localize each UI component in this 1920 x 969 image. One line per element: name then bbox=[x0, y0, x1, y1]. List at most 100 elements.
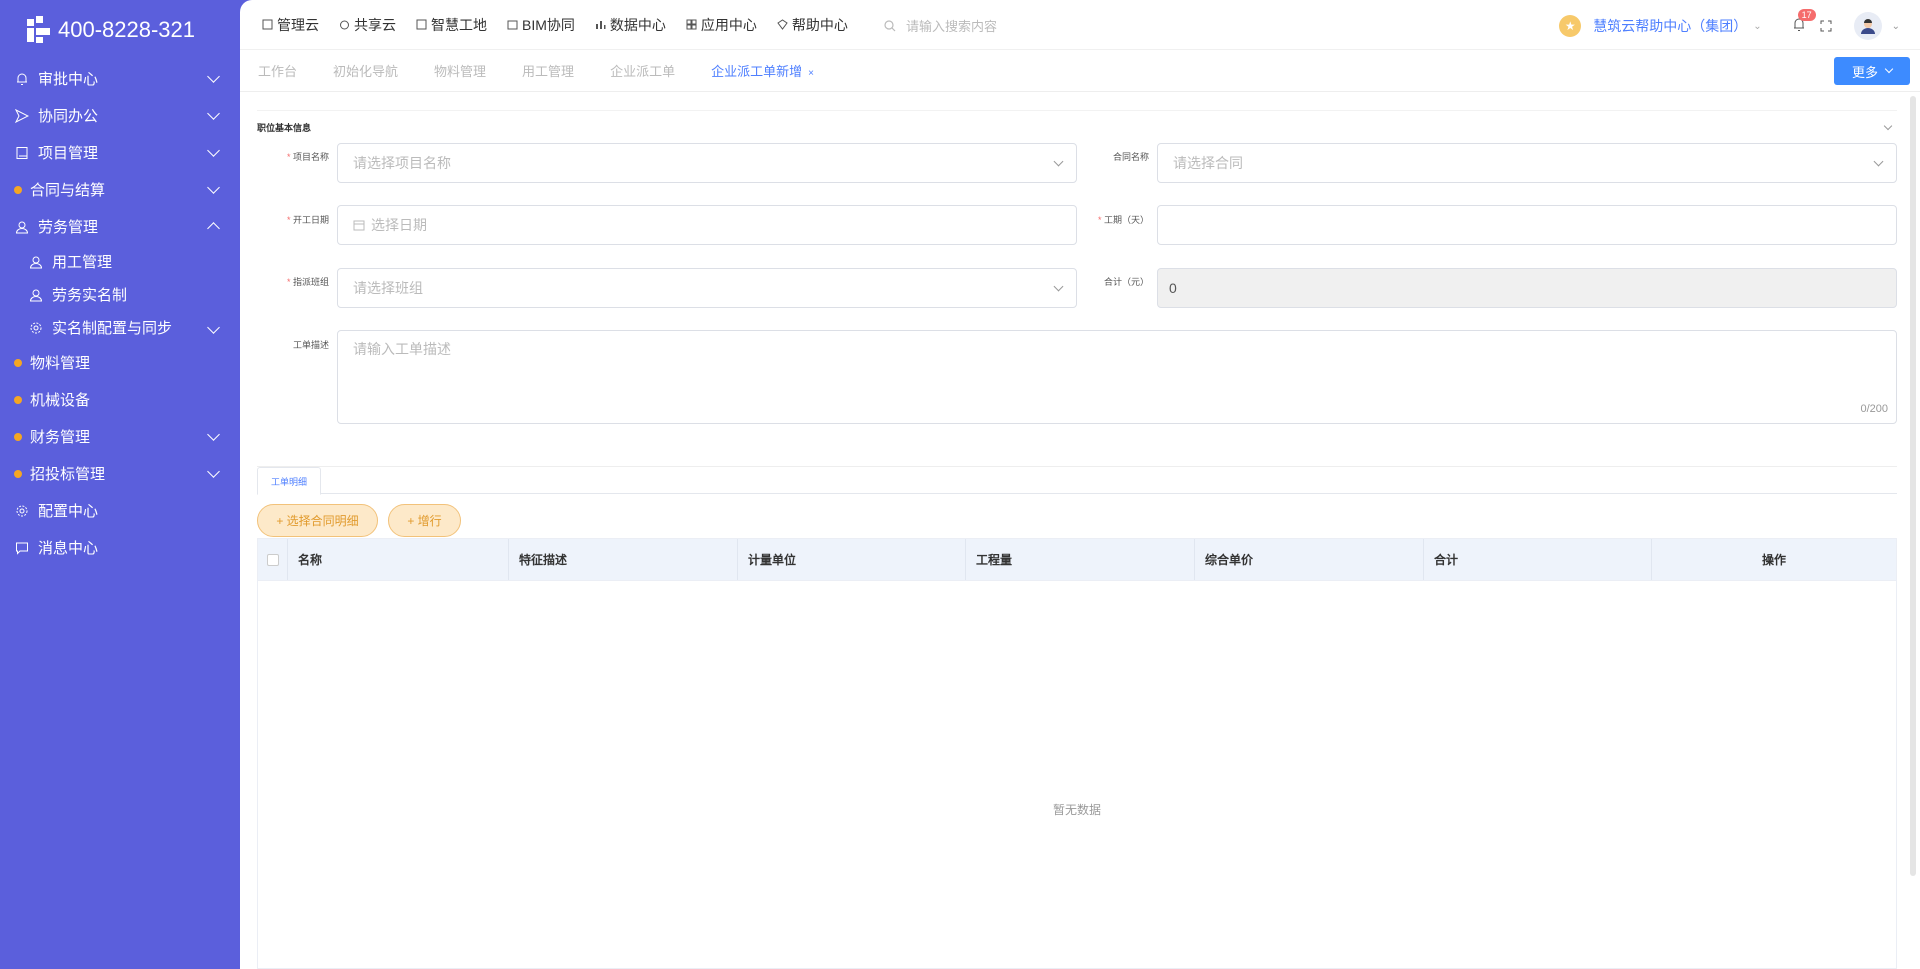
sidebar-item[interactable]: 机械设备 bbox=[0, 381, 240, 418]
sidebar-item-label: 项目管理 bbox=[38, 145, 99, 162]
sidebar-item[interactable]: 劳务实名制 bbox=[0, 278, 240, 311]
section-title-text: 职位基本信息 bbox=[257, 123, 312, 133]
tab-workbench[interactable]: 工作台 bbox=[258, 61, 297, 80]
total-value: 0 bbox=[1169, 280, 1177, 296]
scrollbar[interactable] bbox=[1910, 96, 1916, 876]
user-icon bbox=[28, 287, 44, 303]
tab-work-order-detail[interactable]: 工单明细 bbox=[257, 467, 321, 495]
total-label: 合计（元） bbox=[1103, 277, 1149, 287]
sidebar-item[interactable]: 用工管理 bbox=[0, 245, 240, 278]
chevron-up-icon bbox=[207, 222, 220, 235]
topnav-link[interactable]: 数据中心 bbox=[595, 15, 666, 35]
dot-icon bbox=[14, 432, 22, 441]
project-placeholder: 请选择项目名称 bbox=[353, 155, 451, 171]
sidebar-item-label: 消息中心 bbox=[38, 540, 99, 557]
site-icon bbox=[416, 19, 427, 30]
sidebar-item-label: 实名制配置与同步 bbox=[52, 320, 173, 337]
chevron-down-icon bbox=[207, 465, 220, 478]
add-row-button[interactable]: + 增行 bbox=[388, 504, 461, 537]
sidebar-item-label: 财务管理 bbox=[30, 429, 91, 446]
start-date-label: * 开工日期 bbox=[286, 215, 329, 225]
topnav-link[interactable]: 智慧工地 bbox=[416, 15, 487, 35]
tab-dispatch[interactable]: 企业派工单 bbox=[610, 61, 675, 80]
sidebar-item-label: 机械设备 bbox=[30, 392, 91, 409]
chevron-down-icon[interactable]: ⌄ bbox=[1892, 21, 1900, 32]
tab-dispatch-new[interactable]: 企业派工单新增 × bbox=[711, 61, 814, 80]
detail-tabs: 工单明细 bbox=[257, 466, 1897, 495]
sidebar-item[interactable]: 合同与结算 bbox=[0, 171, 240, 208]
topnav-link[interactable]: 管理云 bbox=[262, 15, 319, 35]
topnav-link[interactable]: 应用中心 bbox=[686, 15, 757, 35]
sidebar-item[interactable]: 财务管理 bbox=[0, 418, 240, 455]
global-search[interactable]: 请输入搜索内容 bbox=[884, 16, 997, 35]
tab-init-nav[interactable]: 初始化导航 bbox=[333, 61, 398, 80]
tab-label: 企业派工单新增 bbox=[711, 64, 803, 79]
desc-placeholder: 请输入工单描述 bbox=[353, 341, 451, 357]
sidebar-item-label: 协同办公 bbox=[38, 108, 99, 125]
avatar[interactable] bbox=[1853, 12, 1882, 40]
sidebar-item[interactable]: 劳务管理 bbox=[0, 208, 240, 245]
col-name: 名称 bbox=[288, 539, 509, 580]
project-select[interactable]: 请选择项目名称 bbox=[337, 143, 1077, 183]
book-icon bbox=[14, 145, 30, 161]
sidebar-item[interactable]: 配置中心 bbox=[0, 492, 240, 529]
notification-badge: 17 bbox=[1797, 9, 1816, 21]
desc-counter: 0/200 bbox=[1860, 403, 1888, 415]
start-date-picker[interactable]: 选择日期 bbox=[337, 205, 1077, 245]
dot-icon bbox=[14, 358, 22, 367]
sidebar-item-label: 物料管理 bbox=[30, 355, 91, 372]
topnav-link[interactable]: 帮助中心 bbox=[777, 15, 848, 35]
team-select[interactable]: 请选择班组 bbox=[337, 268, 1077, 308]
chevron-down-icon bbox=[1053, 156, 1064, 167]
tab-material[interactable]: 物料管理 bbox=[434, 61, 486, 80]
topnav-link[interactable]: BIM协同 bbox=[507, 15, 575, 35]
close-icon[interactable]: × bbox=[808, 68, 814, 79]
sidebar-item[interactable]: 协同办公 bbox=[0, 97, 240, 134]
calendar-icon bbox=[353, 220, 365, 231]
topnav-label: 智慧工地 bbox=[431, 16, 487, 33]
topnav-label: 共享云 bbox=[354, 16, 396, 33]
user-icon bbox=[28, 254, 44, 270]
send-icon bbox=[14, 108, 30, 124]
topnav-label: BIM协同 bbox=[522, 16, 575, 33]
help-center-link[interactable]: ★ 慧筑云帮助中心（集团） ⌄ bbox=[1559, 15, 1762, 37]
desc-label: 工单描述 bbox=[292, 340, 329, 350]
sidebar-item-label: 劳务实名制 bbox=[52, 287, 128, 304]
select-all-checkbox[interactable] bbox=[258, 539, 288, 580]
sidebar-item-label: 配置中心 bbox=[38, 503, 99, 520]
top-navigation: 管理云 共享云 智慧工地 BIM协同 数据中心 应用中心 帮助中心 请输入搜索内… bbox=[240, 0, 1920, 50]
tab-labor[interactable]: 用工管理 bbox=[522, 61, 574, 80]
more-button[interactable]: 更多 bbox=[1834, 57, 1910, 85]
header-tools: ★ 慧筑云帮助中心（集团） ⌄ 17 ⌄ bbox=[1559, 9, 1900, 40]
sidebar-item[interactable]: 审批中心 bbox=[0, 60, 240, 97]
topnav-link[interactable]: 共享云 bbox=[339, 15, 396, 35]
form-content: 职位基本信息 * 项目名称 请选择项目名称 合同名称 请选择合同 * 开工日期 … bbox=[257, 110, 1897, 969]
sidebar-item[interactable]: 物料管理 bbox=[0, 344, 240, 381]
contract-select[interactable]: 请选择合同 bbox=[1157, 143, 1897, 183]
duration-input[interactable] bbox=[1157, 205, 1897, 245]
sidebar-item-label: 审批中心 bbox=[38, 71, 99, 88]
sidebar-item[interactable]: 项目管理 bbox=[0, 134, 240, 171]
bim-icon bbox=[507, 20, 518, 30]
cloud-icon bbox=[340, 20, 349, 30]
brand-logo[interactable]: 400-8228-321 bbox=[0, 0, 240, 60]
contract-placeholder: 请选择合同 bbox=[1173, 155, 1243, 171]
col-total: 合计 bbox=[1424, 539, 1652, 580]
chevron-down-icon bbox=[1884, 64, 1894, 74]
sidebar-item[interactable]: 实名制配置与同步 bbox=[0, 311, 240, 344]
topnav-label: 应用中心 bbox=[700, 16, 757, 33]
search-input[interactable]: 请输入搜索内容 bbox=[906, 16, 997, 35]
gear-icon bbox=[14, 503, 30, 519]
notification-button[interactable]: 17 bbox=[1792, 9, 1816, 35]
help-center-label: 慧筑云帮助中心（集团） bbox=[1593, 18, 1748, 34]
sidebar-item-label: 劳务管理 bbox=[38, 219, 99, 236]
sidebar-item[interactable]: 招投标管理 bbox=[0, 455, 240, 492]
sidebar-item[interactable]: 消息中心 bbox=[0, 529, 240, 566]
section-title: 职位基本信息 bbox=[257, 110, 1897, 133]
desc-textarea[interactable]: 请输入工单描述 0/200 bbox=[337, 330, 1897, 424]
brand-phone: 400-8228-321 bbox=[58, 17, 196, 42]
fullscreen-icon[interactable] bbox=[1820, 20, 1832, 32]
collapse-icon[interactable] bbox=[1883, 121, 1893, 131]
sidebar-item-label: 合同与结算 bbox=[30, 182, 106, 199]
select-contract-detail-button[interactable]: + 选择合同明细 bbox=[257, 504, 378, 537]
